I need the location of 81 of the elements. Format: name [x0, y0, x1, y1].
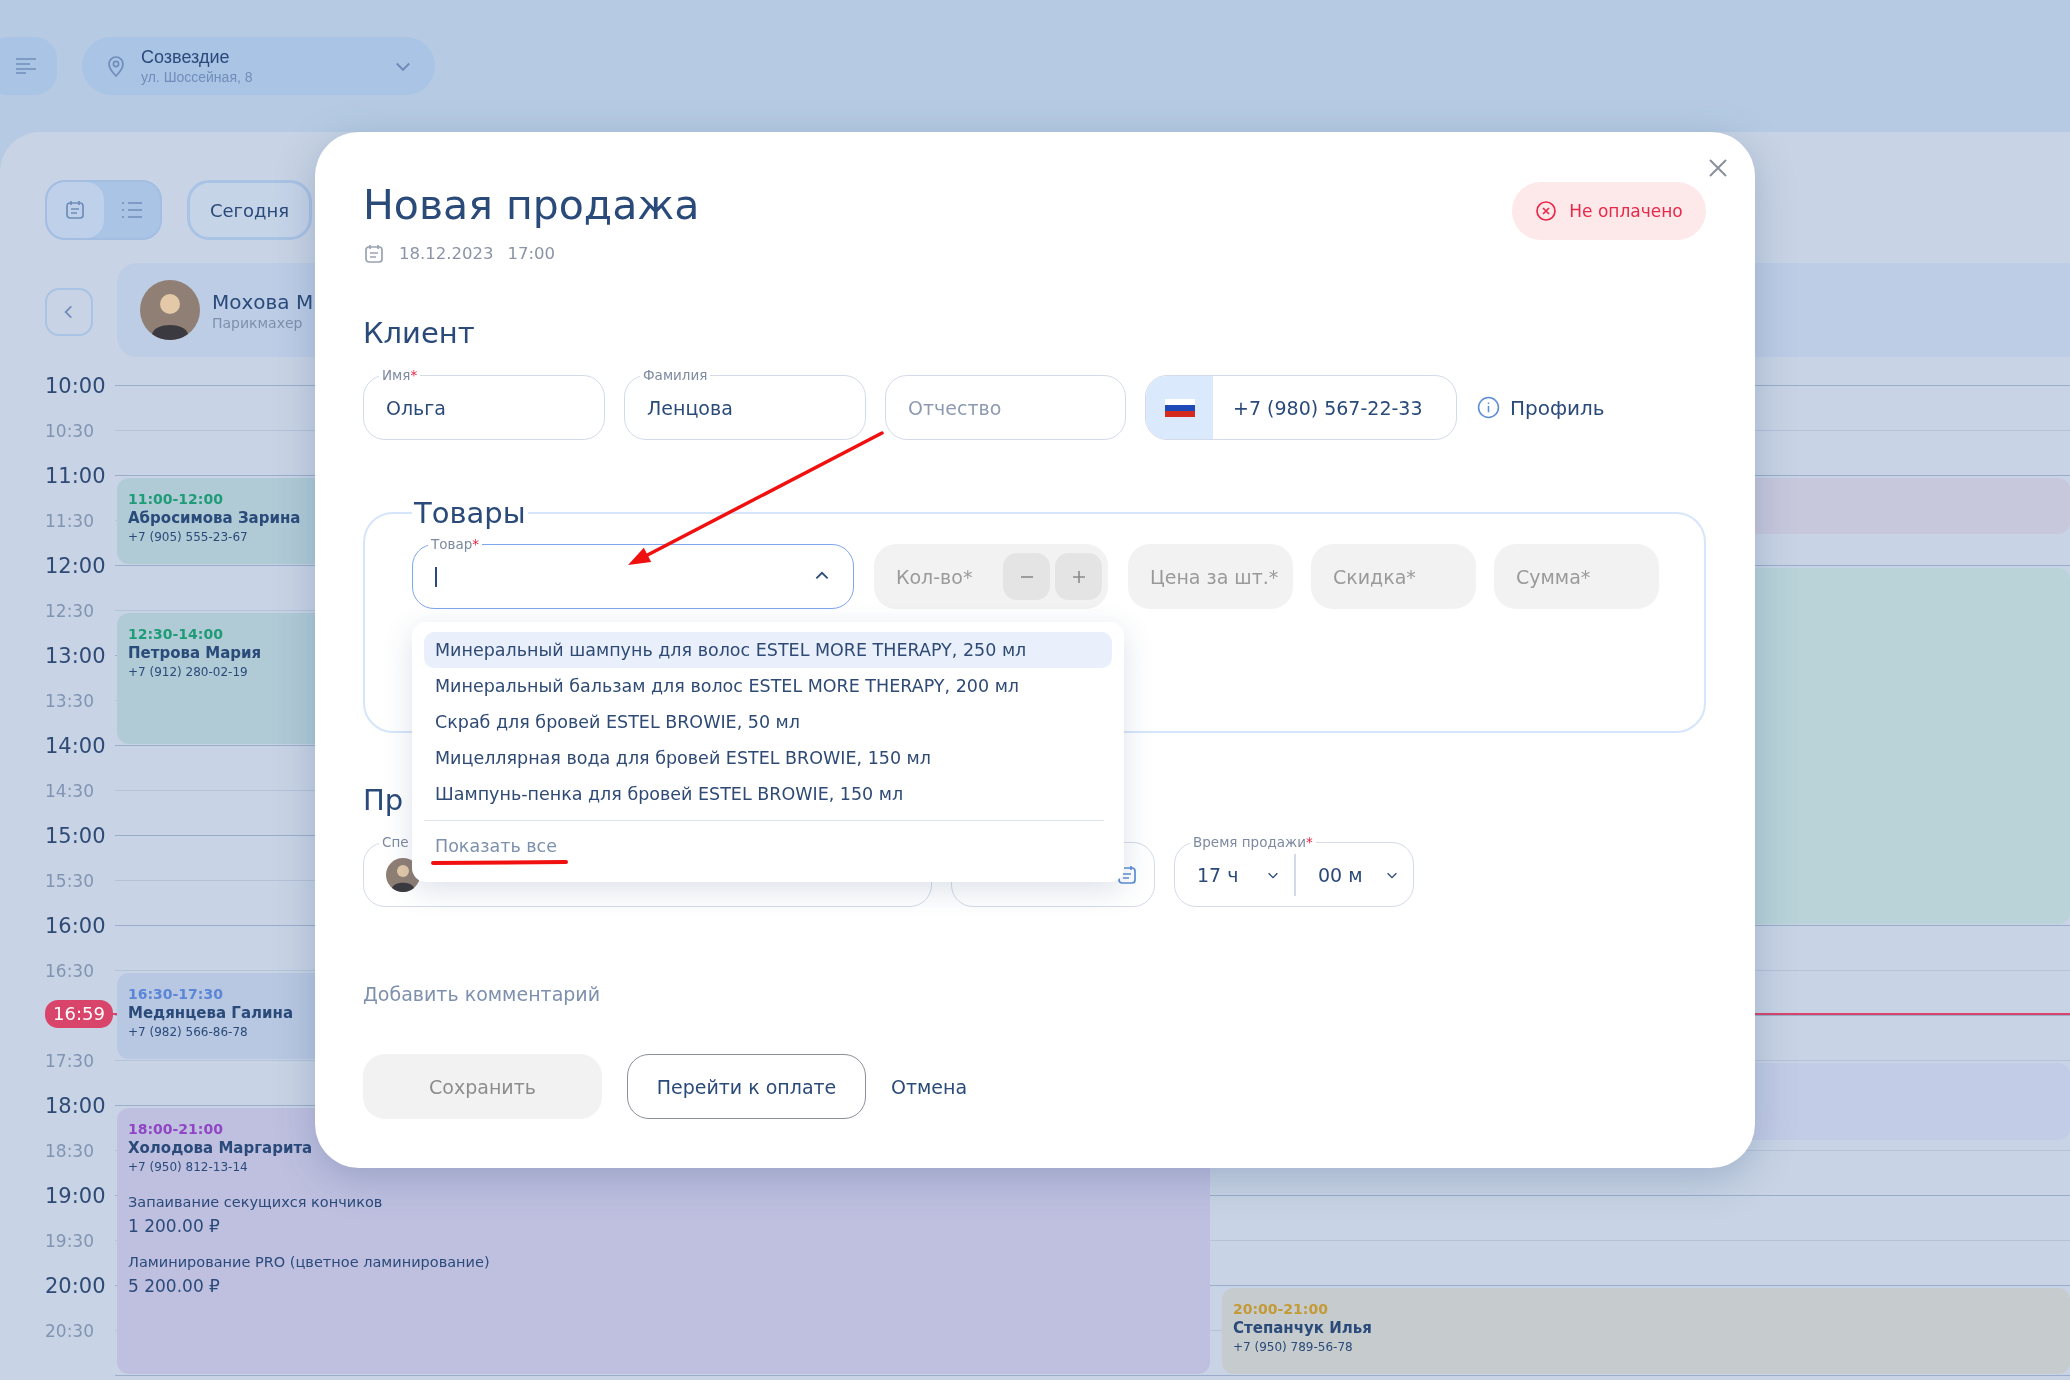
service-price: 5 200.00 ₽	[128, 1275, 220, 1296]
time-label: 16:00	[45, 913, 106, 938]
minus-icon	[1019, 575, 1034, 578]
section-heading: Пр	[363, 782, 404, 818]
dropdown-option[interactable]: Мицеллярная вода для бровей ESTEL BROWIE, 150 мл	[424, 740, 1112, 776]
plus-icon	[1070, 568, 1087, 585]
dropdown-option[interactable]: Шампунь-пенка для бровей ESTEL BROWIE, 150 мл	[424, 776, 1112, 812]
service-name: Запаивание секущихся кончиков	[128, 1193, 383, 1210]
appointment-time: 11:00-12:00	[128, 489, 223, 508]
sale-date: 18.12.2023	[399, 243, 494, 265]
staff-name: Мохова М	[212, 289, 314, 315]
client-name: Степанчук Илья	[1233, 1317, 1372, 1338]
client-phone: +7 (950) 789-56-78	[1233, 1338, 1353, 1356]
appointment-card[interactable]: 20:00-21:00 Степанчук Илья +7 (950) 789-56-78	[1222, 1287, 2070, 1374]
decrement-button[interactable]	[1003, 553, 1050, 600]
dropdown-option[interactable]: Минеральный бальзам для волос ESTEL MORE THERAPY, 200 мл	[424, 668, 1112, 704]
payment-button[interactable]: Перейти к оплате	[627, 1054, 866, 1119]
time-label: 14:00	[45, 733, 106, 758]
time-label: 16:30	[45, 960, 94, 981]
sale-time: 17:00	[507, 243, 556, 265]
location-selector[interactable]: Созвездие ул. Шоссейная, 8	[82, 37, 435, 95]
time-label: 20:30	[45, 1320, 94, 1341]
today-button[interactable]: Сегодня	[187, 180, 312, 240]
text-cursor	[435, 566, 437, 587]
client-phone: +7 (912) 280-02-19	[128, 663, 248, 681]
view-toggle[interactable]	[47, 182, 104, 238]
client-phone: +7 (950) 812-13-14	[128, 1158, 248, 1176]
time-label: 19:00	[45, 1183, 106, 1208]
service-name: Ламинирование PRO (цветное ламинирование)	[128, 1253, 490, 1270]
menu-icon	[14, 58, 37, 74]
appointment-time: 18:00-21:00	[128, 1119, 223, 1138]
time-label: 12:30	[45, 600, 94, 621]
hour-select[interactable]: 17 ч	[1175, 853, 1294, 896]
cross-circle-icon	[1535, 200, 1558, 222]
client-phone: +7 (905) 555-23-67	[128, 528, 248, 546]
current-time-badge: 16:59	[45, 1000, 113, 1028]
close-icon[interactable]	[1708, 158, 1728, 178]
time-label: 10:30	[45, 420, 94, 441]
time-label: 12:00	[45, 553, 106, 578]
flag-icon	[1164, 398, 1195, 417]
cancel-button[interactable]: Отмена	[891, 1075, 968, 1098]
time-label: 14:30	[45, 780, 94, 801]
appointment-time: 20:00-21:00	[1233, 1299, 1328, 1318]
client-name: Холодова Маргарита	[128, 1137, 313, 1158]
appointment-time: 16:30-17:30	[128, 984, 223, 1003]
calendar-icon	[363, 243, 385, 265]
dropdown-option[interactable]: Минеральный шампунь для волос ESTEL MORE THERAPY, 250 мл	[424, 632, 1112, 668]
staff-role: Парикмахер	[212, 315, 304, 331]
minute-select[interactable]: 00 м	[1294, 853, 1413, 896]
avatar-icon	[140, 280, 200, 340]
client-name: Абросимова Зарина	[128, 507, 301, 528]
time-label: 20:00	[45, 1273, 106, 1298]
time-label: 15:00	[45, 823, 106, 848]
profile-link[interactable]: Профиль	[1477, 395, 1605, 420]
time-label: 11:30	[45, 510, 94, 531]
service-price: 1 200.00 ₽	[128, 1215, 220, 1236]
time-label: 18:30	[45, 1140, 94, 1161]
time-label: 13:30	[45, 690, 94, 711]
time-label: 10:00	[45, 373, 106, 398]
time-label: 17:30	[45, 1050, 94, 1071]
menu-button[interactable]	[0, 37, 57, 95]
dialog-title: Новая продажа	[363, 180, 700, 231]
time-label: 18:00	[45, 1093, 106, 1118]
time-label: 13:00	[45, 643, 106, 668]
payment-status-badge: Не оплачено	[1512, 182, 1706, 240]
section-heading: Клиент	[363, 315, 476, 351]
client-name: Медянцева Галина	[128, 1002, 293, 1023]
time-label: 15:30	[45, 870, 94, 891]
calendar-icon	[64, 199, 87, 221]
back-button[interactable]	[45, 288, 93, 336]
list-icon	[120, 201, 143, 219]
time-label: 11:00	[45, 463, 106, 488]
map-pin-icon	[106, 54, 126, 78]
increment-button[interactable]	[1055, 553, 1102, 600]
client-name: Петрова Мария	[128, 642, 262, 663]
client-phone: +7 (982) 566-86-78	[128, 1023, 248, 1041]
info-icon	[1477, 396, 1500, 419]
dropdown-option[interactable]: Скраб для бровей ESTEL BROWIE, 50 мл	[424, 704, 1112, 740]
time-label: 19:30	[45, 1230, 94, 1251]
section-heading: Товары	[413, 495, 527, 531]
appointment-time: 12:30-14:00	[128, 624, 223, 643]
